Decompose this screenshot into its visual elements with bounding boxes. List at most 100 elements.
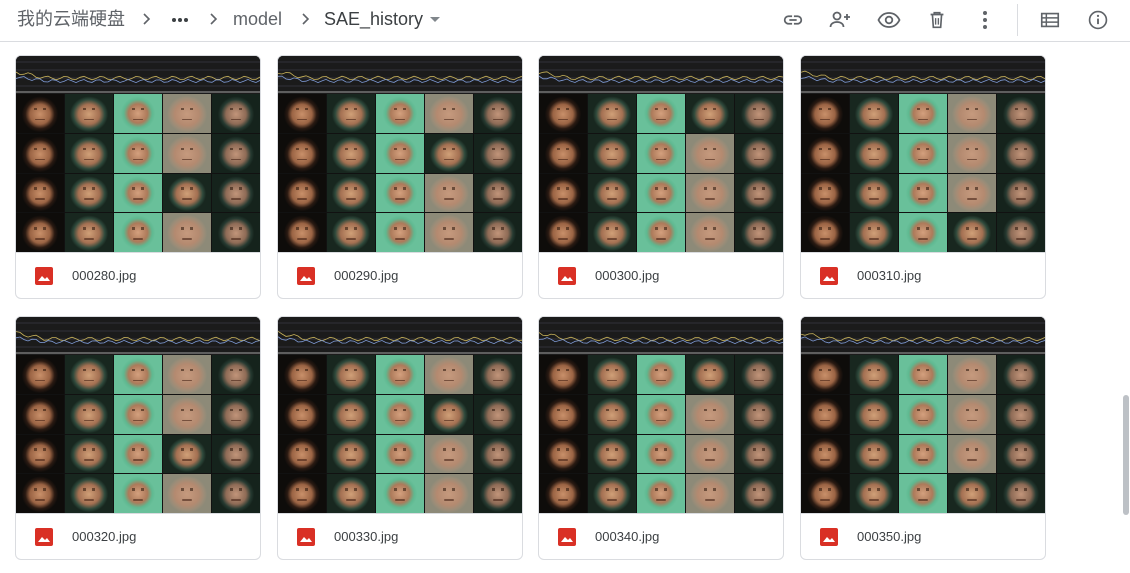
file-card[interactable]: 000300.jpg [538,55,784,299]
preview-face-cell [65,133,113,173]
preview-face-cell [539,94,587,133]
preview-face-grid [16,94,260,252]
preview-face-cell [801,394,849,434]
preview-face-cell [850,474,898,513]
file-card[interactable]: 000310.jpg [800,55,1046,299]
preview-face-cell [997,474,1045,513]
chevron-right-icon [210,13,218,25]
preview-face-cell [850,434,898,474]
preview-face-cell [163,173,211,213]
preview-face-cell [278,94,326,133]
preview-face-cell [948,94,996,133]
preview-face-cell [474,474,522,513]
preview-face-cell [425,474,473,513]
file-name: 000310.jpg [857,268,922,283]
file-thumbnail [278,56,522,252]
file-card[interactable]: 000350.jpg [800,316,1046,560]
preview-face-cell [327,434,375,474]
preview-face-cell [425,355,473,394]
preview-face-cell [163,434,211,474]
preview-face-cell [801,213,849,252]
preview-face-cell [278,434,326,474]
preview-face-cell [114,94,162,133]
breadcrumb-current-folder[interactable]: SAE_history [324,8,423,30]
breadcrumb-model[interactable]: model [233,8,282,30]
preview-face-cell [801,173,849,213]
vertical-scrollbar[interactable] [1123,395,1129,515]
loss-graph-strip [278,317,522,355]
preview-face-cell [686,434,734,474]
image-file-icon [558,528,576,546]
preview-face-cell [114,355,162,394]
file-card[interactable]: 000280.jpg [15,55,261,299]
file-card[interactable]: 000320.jpg [15,316,261,560]
preview-face-cell [948,173,996,213]
preview-face-cell [899,474,947,513]
trash-icon [930,11,944,29]
breadcrumb-root[interactable]: 我的云端硬盘 [17,8,125,30]
preview-face-cell [850,94,898,133]
preview-face-cell [948,434,996,474]
more-actions-button[interactable] [971,6,999,34]
more-folders-button[interactable] [169,9,191,31]
preview-face-cell [686,213,734,252]
preview-face-cell [735,213,783,252]
preview-face-cell [474,173,522,213]
share-button[interactable] [826,6,854,34]
preview-face-cell [850,355,898,394]
file-thumbnail [801,56,1045,252]
preview-face-cell [539,173,587,213]
get-link-button[interactable] [779,6,807,34]
preview-face-cell [637,213,685,252]
preview-face-cell [327,394,375,434]
preview-face-cell [474,94,522,133]
loss-graph-strip [16,317,260,355]
preview-face-cell [801,94,849,133]
file-card[interactable]: 000330.jpg [277,316,523,560]
preview-face-cell [637,355,685,394]
link-icon [783,15,803,25]
preview-face-cell [588,133,636,173]
image-file-icon [35,267,53,285]
preview-button[interactable] [875,6,903,34]
preview-face-cell [65,394,113,434]
remove-button[interactable] [923,6,951,34]
preview-face-cell [327,355,375,394]
caret-down-icon[interactable] [427,11,443,27]
preview-face-cell [997,213,1045,252]
details-button[interactable] [1084,6,1112,34]
file-caption: 000320.jpg [16,513,260,559]
preview-face-cell [735,173,783,213]
file-name: 000340.jpg [595,529,660,544]
file-caption: 000350.jpg [801,513,1045,559]
preview-face-cell [163,133,211,173]
preview-face-cell [948,394,996,434]
preview-face-cell [686,133,734,173]
chevron-right-icon [143,13,151,25]
preview-face-cell [16,213,64,252]
preview-face-grid [16,355,260,513]
preview-face-cell [539,434,587,474]
preview-face-cell [425,133,473,173]
file-card[interactable]: 000340.jpg [538,316,784,560]
preview-face-cell [948,133,996,173]
preview-face-cell [588,94,636,133]
list-view-button[interactable] [1036,6,1064,34]
preview-face-cell [65,474,113,513]
preview-face-cell [376,133,424,173]
image-file-icon [297,267,315,285]
preview-face-cell [376,434,424,474]
preview-face-cell [16,94,64,133]
preview-face-cell [539,133,587,173]
file-name: 000350.jpg [857,529,922,544]
preview-face-cell [997,434,1045,474]
preview-face-cell [735,474,783,513]
file-name: 000330.jpg [334,529,399,544]
preview-face-cell [735,94,783,133]
info-icon [1088,10,1108,30]
file-caption: 000300.jpg [539,252,783,298]
preview-face-cell [899,434,947,474]
preview-face-cell [899,133,947,173]
file-card[interactable]: 000290.jpg [277,55,523,299]
preview-face-cell [588,213,636,252]
